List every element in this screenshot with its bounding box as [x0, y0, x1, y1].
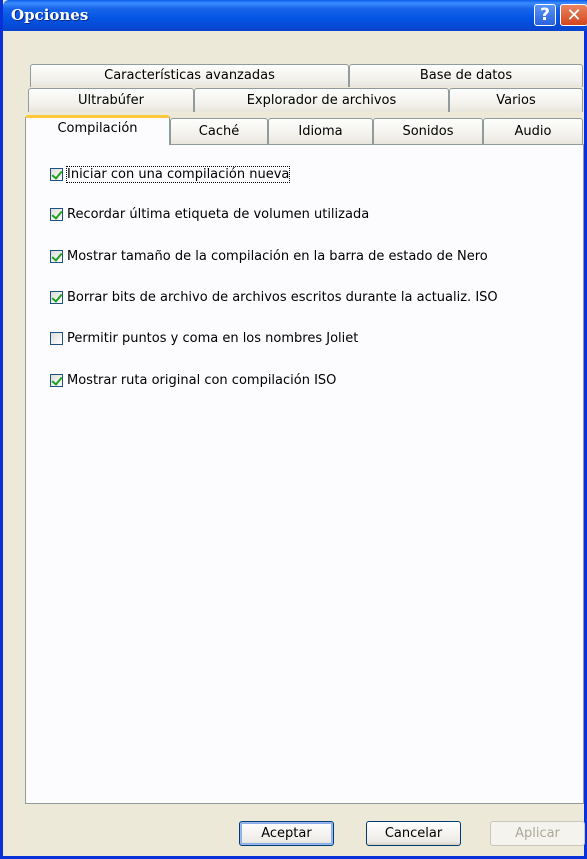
tab-explorador-de-archivos[interactable]: Explorador de archivos [194, 88, 449, 112]
option-label: Mostrar ruta original con compilación IS… [67, 372, 337, 388]
options-dialog: Opciones ? ✕ Características avanzadas B… [0, 0, 587, 859]
tab-compilacion[interactable]: Compilación [25, 115, 170, 145]
tab-ultrabufer[interactable]: Ultrabúfer [28, 88, 194, 112]
option-borrar-bits-archivo[interactable]: Borrar bits de archivo de archivos escri… [29, 288, 498, 306]
tab-caracteristicas-avanzadas[interactable]: Características avanzadas [30, 64, 349, 87]
checkbox-checked-icon[interactable] [50, 167, 63, 181]
accept-label: Aceptar [261, 826, 312, 841]
tab-label: Sonidos [402, 124, 454, 139]
tab-label: Explorador de archivos [246, 93, 397, 108]
checkbox-checked-icon[interactable] [50, 249, 63, 263]
option-permitir-puntos-y-coma[interactable]: Permitir puntos y coma en los nombres Jo… [29, 329, 358, 347]
cancel-button[interactable]: Cancelar [366, 821, 461, 846]
accept-button[interactable]: Aceptar [239, 821, 334, 846]
option-recordar-etiqueta-volumen[interactable]: Recordar última etiqueta de volumen util… [29, 205, 369, 223]
tab-label: Audio [514, 124, 552, 139]
cancel-label: Cancelar [384, 826, 443, 841]
window-title: Opciones [11, 6, 89, 24]
tab-varios[interactable]: Varios [449, 88, 583, 112]
option-mostrar-tamano-compilacion[interactable]: Mostrar tamaño de la compilación en la b… [29, 247, 488, 265]
checkbox-checked-icon[interactable] [50, 207, 63, 221]
tab-label: Varios [496, 93, 536, 108]
option-label: Borrar bits de archivo de archivos escri… [67, 289, 498, 305]
tab-cache[interactable]: Caché [170, 118, 268, 144]
tab-label: Características avanzadas [104, 68, 275, 83]
tab-panel-compilacion [25, 144, 584, 804]
option-mostrar-ruta-original[interactable]: Mostrar ruta original con compilación IS… [29, 371, 336, 389]
option-label: Iniciar con una compilación nueva [65, 165, 291, 183]
tab-label: Caché [198, 124, 240, 139]
apply-button[interactable]: Aplicar [490, 821, 585, 846]
tab-label: Base de datos [419, 68, 513, 83]
option-iniciar-compilacion-nueva[interactable]: Iniciar con una compilación nueva [29, 165, 291, 183]
tab-label: Compilación [57, 121, 138, 136]
close-icon: ✕ [566, 4, 582, 26]
title-bar[interactable]: Opciones ? ✕ [3, 0, 587, 31]
tab-idioma[interactable]: Idioma [268, 118, 373, 144]
tab-label: Idioma [298, 124, 343, 139]
tab-base-de-datos[interactable]: Base de datos [349, 64, 583, 87]
help-icon: ? [540, 5, 550, 25]
checkbox-checked-icon[interactable] [50, 290, 63, 304]
tab-label: Ultrabúfer [78, 93, 144, 108]
option-label: Permitir puntos y coma en los nombres Jo… [67, 330, 359, 346]
help-button[interactable]: ? [534, 4, 556, 26]
tab-audio[interactable]: Audio [483, 118, 583, 144]
option-label: Recordar última etiqueta de volumen util… [67, 206, 370, 222]
checkbox-checked-icon[interactable] [50, 373, 63, 387]
apply-label: Aplicar [515, 826, 560, 841]
close-button[interactable]: ✕ [560, 4, 587, 26]
tab-sonidos[interactable]: Sonidos [373, 118, 483, 144]
checkbox-unchecked-icon[interactable] [50, 331, 63, 345]
option-label: Mostrar tamaño de la compilación en la b… [67, 248, 488, 264]
